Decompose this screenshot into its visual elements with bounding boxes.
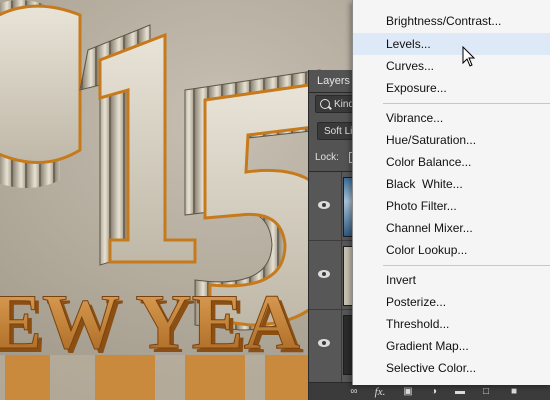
- digit-zero: [0, 0, 82, 188]
- eye-icon: [318, 270, 330, 278]
- menu-item-threshold[interactable]: Threshold...: [353, 313, 550, 335]
- new-layer-icon[interactable]: □: [479, 385, 493, 399]
- menu-item-vibrance[interactable]: Vibrance...: [353, 107, 550, 129]
- visibility-toggle[interactable]: [309, 241, 342, 309]
- menu-item-invert[interactable]: Invert: [353, 269, 550, 291]
- menu-item-exposure[interactable]: Exposure...: [353, 77, 550, 99]
- fx-icon[interactable]: fx.: [373, 385, 387, 399]
- menu-item-color-balance[interactable]: Color Balance...: [353, 151, 550, 173]
- digit-one: [79, 24, 197, 266]
- folder-icon[interactable]: ▬: [453, 385, 467, 399]
- eye-icon: [318, 339, 330, 347]
- filter-kind-label: Kind: [334, 99, 355, 110]
- lock-label: Lock:: [315, 152, 339, 163]
- adjustment-menu: Brightness/Contrast... Levels... Curves.…: [352, 0, 550, 385]
- menu-item-hue-saturation[interactable]: Hue/Saturation...: [353, 129, 550, 151]
- menu-item-color-lookup[interactable]: Color Lookup...: [353, 239, 550, 261]
- tab-layers[interactable]: Layers: [309, 70, 355, 92]
- search-icon: [320, 99, 330, 109]
- adjustment-icon[interactable]: ◑: [427, 385, 441, 399]
- visibility-toggle[interactable]: [309, 310, 342, 383]
- visibility-toggle[interactable]: [309, 172, 342, 240]
- menu-item-levels[interactable]: Levels...: [353, 33, 550, 55]
- menu-item-curves[interactable]: Curves...: [353, 55, 550, 77]
- menu-item-gradient-map[interactable]: Gradient Map...: [353, 335, 550, 357]
- trash-icon[interactable]: ■: [507, 385, 521, 399]
- menu-item-posterize[interactable]: Posterize...: [353, 291, 550, 313]
- layer-filter-dropdown[interactable]: Kind: [315, 95, 355, 113]
- menu-item-brightness-contrast[interactable]: Brightness/Contrast...: [353, 10, 550, 32]
- blend-mode-dropdown[interactable]: Soft Light: [317, 122, 355, 140]
- menu-item-black-white[interactable]: Black White...: [353, 173, 550, 195]
- menu-item-photo-filter[interactable]: Photo Filter...: [353, 195, 550, 217]
- link-icon[interactable]: ∞: [347, 385, 361, 399]
- photoshop-workspace: EW YEA EW YEA Layers Kind Soft Light Loc…: [0, 0, 550, 400]
- menu-item-selective-color[interactable]: Selective Color...: [353, 357, 550, 379]
- tagline-text: EW YEA: [0, 278, 300, 365]
- menu-separator: [383, 265, 550, 266]
- menu-item-channel-mixer[interactable]: Channel Mixer...: [353, 217, 550, 239]
- mouse-cursor-icon: [462, 46, 476, 67]
- menu-separator: [383, 103, 550, 104]
- eye-icon: [318, 201, 330, 209]
- mask-icon[interactable]: ▣: [401, 385, 415, 399]
